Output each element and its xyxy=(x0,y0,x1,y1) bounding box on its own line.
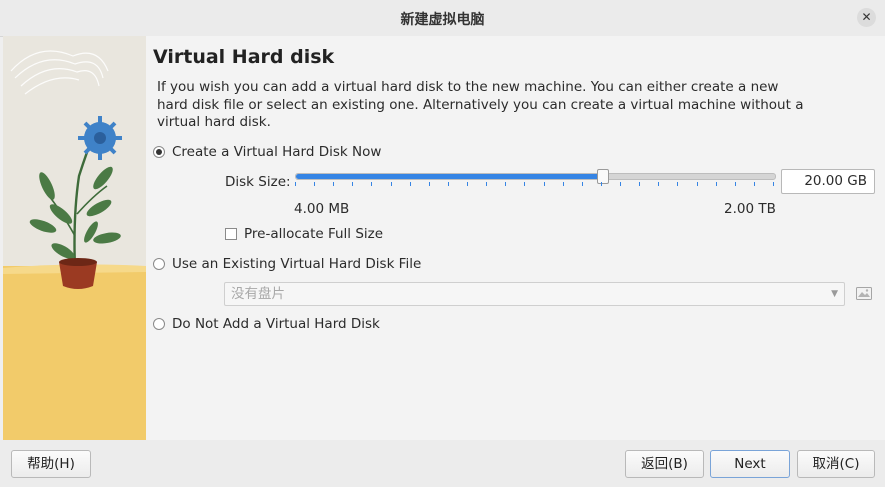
slider-tick xyxy=(333,182,335,186)
window-title: 新建虚拟电脑 xyxy=(400,12,485,28)
slider-tick xyxy=(486,182,488,186)
close-icon[interactable]: ✕ xyxy=(857,8,876,27)
no-disk-label: Do Not Add a Virtual Hard Disk xyxy=(172,316,380,332)
disk-size-max-label: 2.00 TB xyxy=(724,201,776,217)
slider-tick xyxy=(773,182,774,186)
slider-tick xyxy=(409,182,411,186)
slider-tick xyxy=(390,182,392,186)
disk-size-slider[interactable] xyxy=(295,169,776,184)
back-button[interactable]: 返回(B) xyxy=(625,450,704,478)
slider-tick xyxy=(753,182,755,186)
use-existing-label: Use an Existing Virtual Hard Disk File xyxy=(172,256,422,272)
slider-tick xyxy=(677,182,679,186)
existing-disk-select[interactable]: 没有盘片 ▼ xyxy=(224,282,845,306)
existing-disk-value: 没有盘片 xyxy=(231,286,285,302)
next-button[interactable]: Next xyxy=(710,450,790,478)
preallocate-option[interactable]: Pre-allocate Full Size xyxy=(225,226,383,242)
slider-tick xyxy=(543,182,545,186)
folder-open-icon[interactable] xyxy=(855,284,873,302)
create-disk-radio[interactable] xyxy=(153,146,165,158)
create-disk-label: Create a Virtual Hard Disk Now xyxy=(172,144,382,160)
slider-tick xyxy=(314,182,316,186)
wizard-content: Virtual Hard disk If you wish you can ad… xyxy=(146,36,885,440)
slider-tick xyxy=(295,182,296,186)
cancel-button[interactable]: 取消(C) xyxy=(797,450,875,478)
wizard-illustration xyxy=(3,36,146,440)
preallocate-label: Pre-allocate Full Size xyxy=(244,226,384,242)
slider-fill xyxy=(296,174,603,179)
use-existing-radio[interactable] xyxy=(153,258,165,270)
slider-tick xyxy=(562,182,564,186)
slider-tick xyxy=(734,182,736,186)
slider-tick xyxy=(371,182,373,186)
slider-tick xyxy=(352,182,354,186)
slider-tick xyxy=(696,182,698,186)
preallocate-checkbox[interactable] xyxy=(225,228,237,240)
slider-tick xyxy=(581,182,583,186)
slider-ticks xyxy=(295,182,774,188)
slider-tick xyxy=(639,182,641,186)
page-description: If you wish you can add a virtual hard d… xyxy=(157,79,804,130)
slider-tick xyxy=(715,182,717,186)
option-create-disk[interactable]: Create a Virtual Hard Disk Now xyxy=(153,142,381,162)
button-bar: 帮助(H) 返回(B) Next 取消(C) xyxy=(0,440,885,487)
option-use-existing[interactable]: Use an Existing Virtual Hard Disk File xyxy=(153,254,421,274)
title-bar: 新建虚拟电脑 ✕ xyxy=(0,0,885,37)
help-button[interactable]: 帮助(H) xyxy=(11,450,91,478)
slider-tick xyxy=(467,182,469,186)
plant-illustration xyxy=(3,36,146,440)
slider-tick xyxy=(447,182,449,186)
no-disk-radio[interactable] xyxy=(153,318,165,330)
slider-tick xyxy=(620,182,622,186)
chevron-down-icon: ▼ xyxy=(831,289,838,299)
slider-tick xyxy=(428,182,430,186)
disk-size-label: Disk Size: xyxy=(225,174,291,190)
slider-tick xyxy=(505,182,507,186)
slider-tick xyxy=(524,182,526,186)
disk-size-min-label: 4.00 MB xyxy=(294,201,350,217)
slider-tick xyxy=(658,182,660,186)
page-title: Virtual Hard disk xyxy=(153,46,335,68)
slider-tick xyxy=(600,182,602,186)
option-no-disk[interactable]: Do Not Add a Virtual Hard Disk xyxy=(153,314,380,334)
disk-size-input[interactable]: 20.00 GB xyxy=(781,169,875,194)
